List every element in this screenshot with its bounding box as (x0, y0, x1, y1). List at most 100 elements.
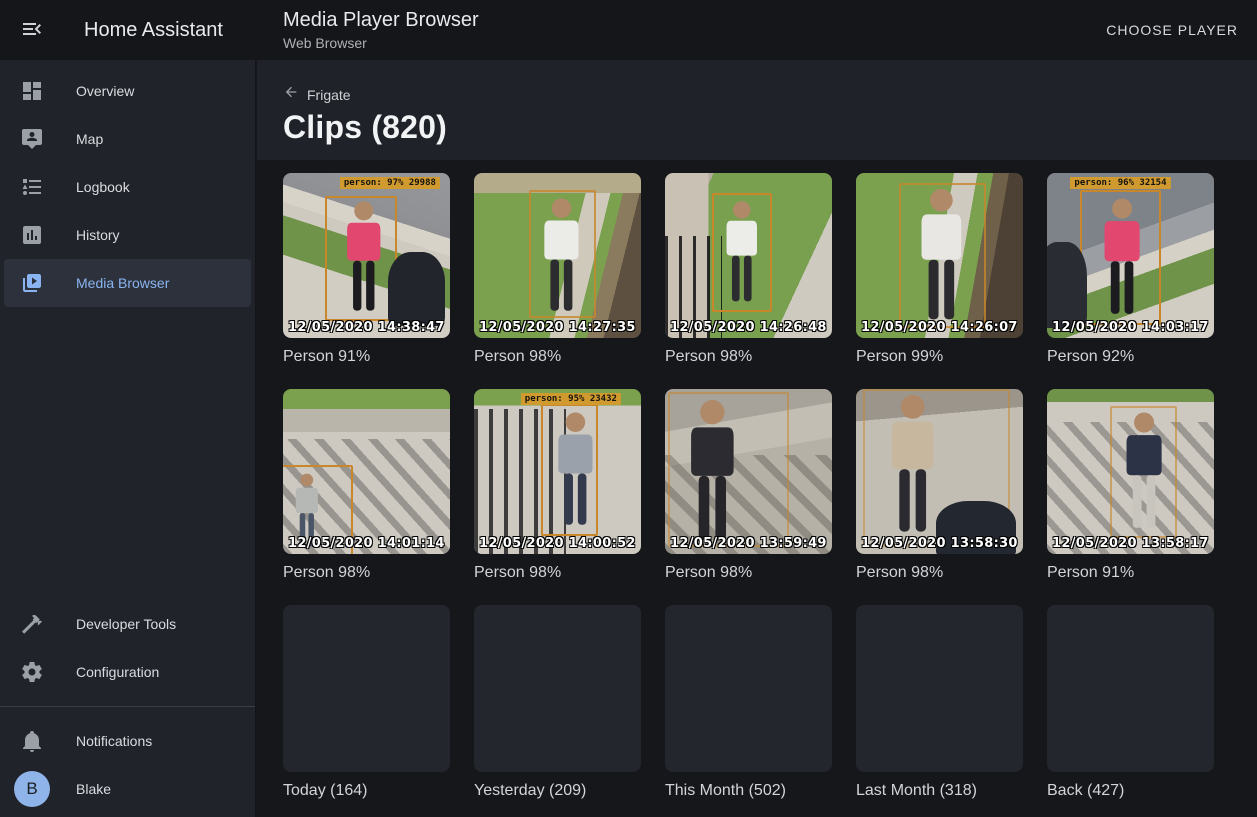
map-icon (20, 127, 44, 151)
folder-caption: Yesterday (209) (474, 781, 641, 801)
media-folder-card-last-month-318[interactable]: Last Month (318) (856, 605, 1023, 801)
sidebar-item-logbook[interactable]: Logbook (4, 163, 251, 211)
sidebar-item-map[interactable]: Map (4, 115, 251, 163)
clip-timestamp-overlay: 12/05/2020 13:59:49 (670, 536, 827, 551)
sidebar-spacer (0, 311, 255, 596)
choose-player-button[interactable]: CHOOSE PLAYER (1098, 14, 1246, 46)
app-title: Home Assistant (84, 19, 223, 42)
person-silhouette (1097, 196, 1147, 321)
sidebar-main-list: Overview Map Logbook History Media Brows… (0, 60, 255, 311)
media-clip-card[interactable]: 12/05/2020 14:00:52 person: 95% 23432 Pe… (474, 389, 641, 583)
view-dashboard-icon (20, 79, 44, 103)
media-clip-card[interactable]: 12/05/2020 14:03:17 person: 96% 32154 Pe… (1047, 173, 1214, 367)
person-silhouette (883, 392, 942, 541)
clip-thumbnail: 12/05/2020 14:00:52 person: 95% 23432 (474, 389, 641, 554)
folder-caption: Last Month (318) (856, 781, 1023, 801)
person-silhouette (720, 199, 764, 308)
clip-caption: Person 98% (856, 563, 1023, 583)
page-subtitle: Web Browser (283, 34, 479, 52)
detection-label: person: 97% 29988 (340, 177, 440, 189)
clip-caption: Person 92% (1047, 347, 1214, 367)
arrow-left-icon (283, 84, 299, 105)
folder-caption: This Month (502) (665, 781, 832, 801)
clip-caption: Person 99% (856, 347, 1023, 367)
clip-caption: Person 91% (1047, 563, 1214, 583)
sidebar-divider (0, 706, 255, 707)
detection-label: person: 96% 32154 (1070, 177, 1170, 189)
person-silhouette (340, 199, 388, 318)
media-folder-card-today-164[interactable]: Today (164) (283, 605, 450, 801)
clip-thumbnail: 12/05/2020 14:38:47 person: 97% 29988 (283, 173, 450, 338)
clip-caption: Person 98% (474, 563, 641, 583)
folder-caption: Today (164) (283, 781, 450, 801)
section-title: Clips (820) (283, 109, 1257, 146)
page-title: Media Player Browser (283, 8, 479, 32)
clip-timestamp-overlay: 12/05/2020 13:58:17 (1052, 536, 1209, 551)
media-clip-card[interactable]: 12/05/2020 13:58:30 Person 98% (856, 389, 1023, 583)
breadcrumb-label: Frigate (307, 87, 351, 103)
folder-tile (1047, 605, 1214, 772)
menu-open-icon (20, 17, 44, 44)
sidebar-item-developer-tools[interactable]: Developer Tools (4, 600, 251, 648)
clip-timestamp-overlay: 12/05/2020 14:27:35 (479, 320, 636, 335)
sidebar-item-history[interactable]: History (4, 211, 251, 259)
clip-timestamp-overlay: 12/05/2020 14:01:14 (288, 536, 445, 551)
clip-timestamp-overlay: 12/05/2020 13:58:30 (861, 536, 1018, 551)
clip-caption: Person 98% (283, 563, 450, 583)
breadcrumb-back-frigate[interactable]: Frigate (283, 60, 351, 105)
clip-thumbnail: 12/05/2020 14:03:17 person: 96% 32154 (1047, 173, 1214, 338)
sidebar-item-user-blake[interactable]: B Blake (4, 765, 251, 813)
clip-timestamp-overlay: 12/05/2020 14:03:17 (1052, 320, 1209, 335)
page-header: Media Player Browser Web Browser (283, 8, 479, 52)
person-silhouette (551, 410, 600, 532)
clip-timestamp-overlay: 12/05/2020 14:00:52 (479, 536, 636, 551)
detection-label: person: 95% 23432 (521, 393, 621, 405)
media-folder-card-this-month-502[interactable]: This Month (502) (665, 605, 832, 801)
media-clip-card[interactable]: 12/05/2020 13:59:49 Person 98% (665, 389, 832, 583)
media-clip-card[interactable]: 12/05/2020 13:58:17 Person 91% (1047, 389, 1214, 583)
clip-thumbnail: 12/05/2020 14:26:48 (665, 173, 832, 338)
clip-thumbnail: 12/05/2020 14:27:35 (474, 173, 641, 338)
media-clip-card[interactable]: 12/05/2020 14:01:14 Person 98% (283, 389, 450, 583)
app-header: Home Assistant Media Player Browser Web … (0, 0, 1257, 60)
sidebar-item-configuration[interactable]: Configuration (4, 648, 251, 696)
person-silhouette (1119, 410, 1169, 535)
gear-icon (20, 660, 44, 684)
folder-tile (856, 605, 1023, 772)
avatar: B (14, 771, 50, 807)
hammer-icon (20, 612, 44, 636)
logbook-list-icon (20, 175, 44, 199)
clip-caption: Person 98% (665, 563, 832, 583)
clip-timestamp-overlay: 12/05/2020 14:26:07 (861, 320, 1018, 335)
clip-timestamp-overlay: 12/05/2020 14:26:48 (670, 320, 827, 335)
sidebar: Overview Map Logbook History Media Brows… (0, 60, 256, 817)
sidebar-tools-list: Developer Tools Configuration (0, 596, 255, 700)
folder-caption: Back (427) (1047, 781, 1214, 801)
folder-tile (474, 605, 641, 772)
clip-caption: Person 91% (283, 347, 450, 367)
clip-thumbnail: 12/05/2020 14:01:14 (283, 389, 450, 554)
media-folder-card-back-427[interactable]: Back (427) (1047, 605, 1214, 801)
clip-thumbnail: 12/05/2020 14:26:07 (856, 173, 1023, 338)
media-clip-card[interactable]: 12/05/2020 14:38:47 person: 97% 29988 Pe… (283, 173, 450, 367)
bell-icon (20, 729, 44, 753)
person-silhouette (682, 397, 743, 549)
clip-thumbnail: 12/05/2020 13:58:30 (856, 389, 1023, 554)
folder-tile (665, 605, 832, 772)
sidebar-bottom-list: Notifications B Blake (0, 713, 255, 817)
clip-timestamp-overlay: 12/05/2020 14:38:47 (288, 320, 445, 335)
clip-caption: Person 98% (474, 347, 641, 367)
sidebar-item-notifications[interactable]: Notifications (4, 717, 251, 765)
folder-tile (283, 605, 450, 772)
media-folder-card-yesterday-209[interactable]: Yesterday (209) (474, 605, 641, 801)
clip-thumbnail: 12/05/2020 13:58:17 (1047, 389, 1214, 554)
media-clip-card[interactable]: 12/05/2020 14:26:07 Person 99% (856, 173, 1023, 367)
media-clip-card[interactable]: 12/05/2020 14:26:48 Person 98% (665, 173, 832, 367)
sidebar-item-media-browser[interactable]: Media Browser (4, 259, 251, 307)
content-header: Frigate Clips (820) (257, 60, 1257, 160)
media-grid: 12/05/2020 14:38:47 person: 97% 29988 Pe… (257, 160, 1257, 801)
sidebar-toggle-button[interactable] (20, 18, 44, 42)
sidebar-item-overview[interactable]: Overview (4, 67, 251, 115)
media-browser-icon (20, 271, 44, 295)
media-clip-card[interactable]: 12/05/2020 14:27:35 Person 98% (474, 173, 641, 367)
